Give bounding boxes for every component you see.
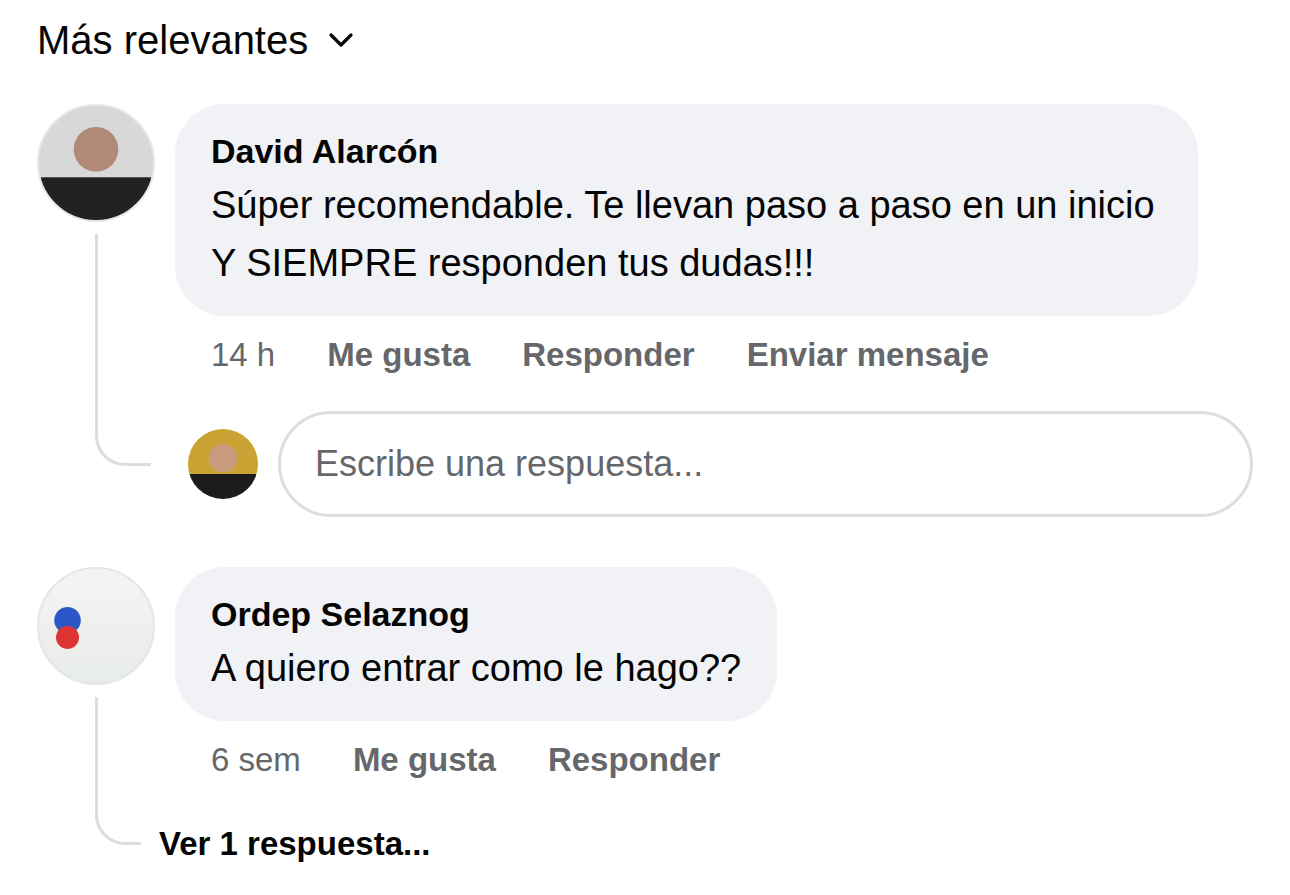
avatar[interactable] (37, 567, 155, 685)
comment-actions: 6 sem Me gusta Responder (175, 739, 720, 781)
view-replies-link[interactable]: Ver 1 respuesta... (159, 825, 431, 862)
comment: David Alarcón Súper recomendable. Te lle… (37, 104, 1253, 517)
comment-bubble: Ordep Selaznog A quiero entrar como le h… (175, 567, 777, 721)
user-avatar (188, 429, 258, 499)
reply-input[interactable] (278, 411, 1253, 517)
comment-time[interactable]: 14 h (211, 334, 275, 376)
comment-text: A quiero entrar como le hago?? (211, 639, 741, 697)
action-link[interactable]: Responder (548, 739, 720, 781)
sort-dropdown[interactable]: Más relevantes (37, 0, 354, 80)
author-name[interactable]: Ordep Selaznog (211, 593, 741, 635)
thread-line (95, 234, 98, 376)
author-name[interactable]: David Alarcón (211, 130, 1162, 172)
sort-label: Más relevantes (37, 18, 308, 63)
comment-text: Súper recomendable. Te llevan paso a pas… (211, 176, 1162, 292)
comment-bubble: David Alarcón Súper recomendable. Te lle… (175, 104, 1198, 316)
chevron-down-icon (328, 31, 354, 49)
comments-page: Más relevantes David Alarcón Súper recom… (0, 0, 1290, 895)
action-link[interactable]: Me gusta (353, 739, 496, 781)
thread-connector (95, 781, 141, 845)
action-link[interactable]: Me gusta (327, 334, 470, 376)
comment-list: David Alarcón Súper recomendable. Te lle… (37, 104, 1253, 865)
action-link[interactable]: Responder (522, 334, 694, 376)
thread-line (95, 697, 98, 781)
avatar[interactable] (37, 104, 155, 222)
action-link[interactable]: Enviar mensaje (747, 334, 989, 376)
comment: Ordep Selaznog A quiero entrar como le h… (37, 567, 1253, 865)
thread-connector (95, 376, 151, 466)
comment-time[interactable]: 6 sem (211, 739, 301, 781)
comment-actions: 14 h Me gusta Responder Enviar mensaje (175, 334, 989, 376)
